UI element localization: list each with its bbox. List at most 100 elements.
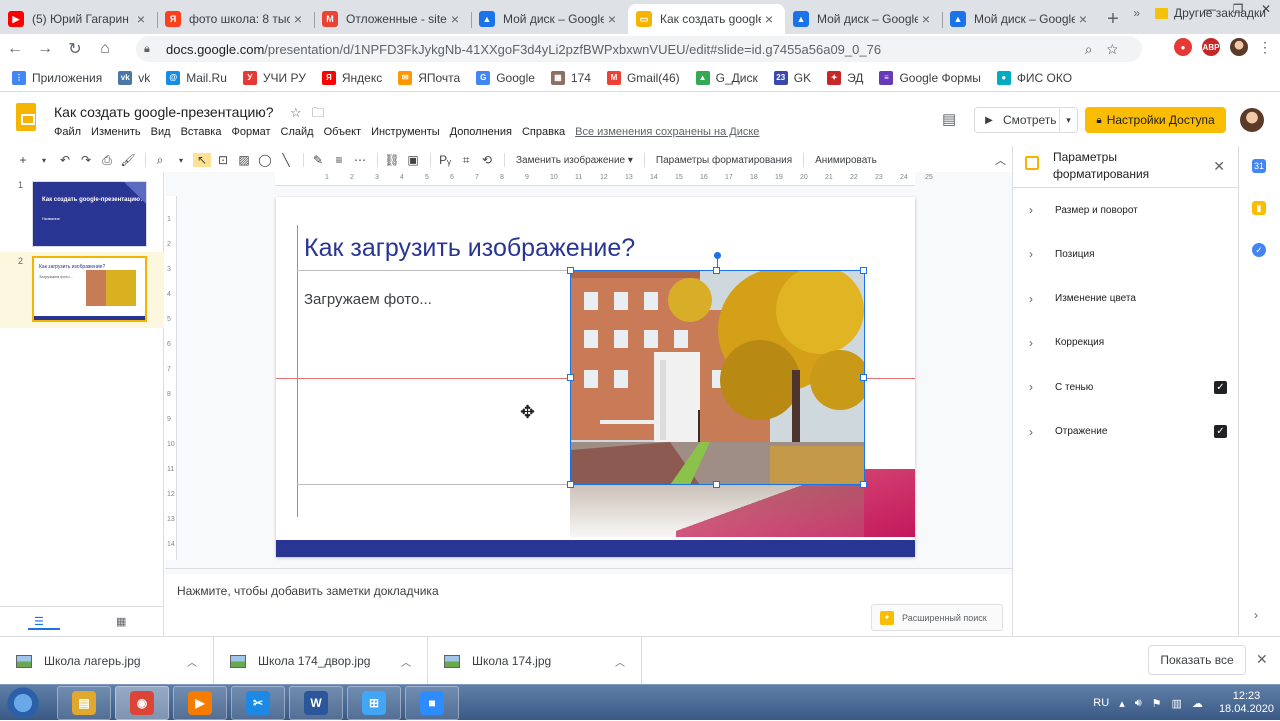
- paint-format-icon[interactable]: 🖌︎: [119, 153, 137, 167]
- resize-handle[interactable]: [713, 267, 720, 274]
- bookmark-item[interactable]: ▦ 174: [550, 70, 591, 85]
- taskbar-app-chrome[interactable]: ◉: [115, 686, 169, 720]
- slide-title[interactable]: Как загрузить изображение?: [304, 234, 635, 263]
- browser-tab[interactable]: ▲ Мой диск – Google ×: [471, 4, 628, 34]
- resize-handle[interactable]: [860, 374, 867, 381]
- bookmark-item[interactable]: У УЧИ РУ: [242, 70, 306, 85]
- comment-icon[interactable]: ▣: [404, 153, 422, 167]
- checkbox-checked[interactable]: ✓: [1214, 425, 1227, 438]
- taskbar-app-network[interactable]: ⊞: [347, 686, 401, 720]
- language-indicator[interactable]: RU: [1093, 697, 1109, 709]
- close-tab-icon[interactable]: ×: [133, 11, 149, 27]
- browser-tab[interactable]: ▲ Мой диск – Google ×: [785, 4, 942, 34]
- menu-item[interactable]: Формат: [231, 126, 270, 138]
- browser-tab[interactable]: ▭ Как создать google ×: [628, 4, 785, 34]
- slide-thumbnail[interactable]: Как создать google-презентацию? Название: [32, 181, 147, 247]
- redo-icon[interactable]: ↷: [77, 153, 95, 167]
- home-icon[interactable]: ⌂: [90, 40, 120, 58]
- menu-item[interactable]: Инструменты: [371, 126, 440, 138]
- image-icon[interactable]: ▨: [235, 153, 253, 167]
- network-icon[interactable]: ▥: [1172, 697, 1182, 710]
- taskbar-app-snipping[interactable]: ✂: [231, 686, 285, 720]
- flag-icon[interactable]: ⚑: [1152, 697, 1162, 710]
- share-button[interactable]: 🔒︎ Настройки Доступа: [1085, 107, 1226, 133]
- browser-tab[interactable]: ▶ (5) Юрий Гагарин ×: [0, 4, 157, 34]
- extension-icon[interactable]: ●: [1174, 38, 1192, 56]
- taskbar-app-word[interactable]: W: [289, 686, 343, 720]
- cloud-icon[interactable]: ☁: [1192, 697, 1203, 710]
- bookmark-item[interactable]: 23 GK: [773, 70, 811, 85]
- browser-tab[interactable]: ▲ Мой диск – Google ×: [942, 4, 1099, 34]
- checkbox-checked[interactable]: ✓: [1214, 380, 1227, 394]
- chevron-up-icon[interactable]: ︿: [187, 654, 197, 669]
- back-icon[interactable]: ←: [0, 40, 30, 58]
- format-section[interactable]: › Позиция: [1013, 244, 1239, 264]
- chevron-right-icon[interactable]: ›: [1254, 608, 1258, 622]
- select-icon[interactable]: ↖: [193, 153, 211, 167]
- mask-image-icon[interactable]: Pᵧ: [436, 153, 454, 167]
- taskbar-app-zoom[interactable]: ■: [405, 686, 459, 720]
- chevron-down-icon[interactable]: ▾: [35, 156, 53, 165]
- search-icon[interactable]: ⌕: [1085, 41, 1107, 57]
- link-icon[interactable]: ⛓︎: [383, 153, 401, 167]
- taskbar-app-explorer[interactable]: ▤: [57, 686, 111, 720]
- close-tab-icon[interactable]: ×: [604, 11, 620, 27]
- avatar[interactable]: [1240, 108, 1264, 132]
- forward-icon[interactable]: →: [30, 40, 60, 58]
- menu-item[interactable]: Вставка: [181, 126, 222, 138]
- speaker-notes[interactable]: Нажмите, чтобы добавить заметки докладчи…: [165, 574, 1012, 636]
- new-slide-icon[interactable]: +: [14, 153, 32, 167]
- bookmark-item[interactable]: ✉ ЯПочта: [398, 70, 460, 85]
- shape-icon[interactable]: ◯: [256, 153, 274, 167]
- resize-handle[interactable]: [713, 481, 720, 488]
- resize-handle[interactable]: [860, 267, 867, 274]
- show-hidden-icons[interactable]: ▴: [1119, 697, 1125, 710]
- menu-item[interactable]: Справка: [522, 126, 565, 138]
- bookmark-item[interactable]: ▲ G_Диск: [695, 70, 758, 85]
- menu-item[interactable]: Вид: [151, 126, 171, 138]
- adblock-icon[interactable]: ABP: [1202, 38, 1220, 56]
- google-slides-logo[interactable]: [16, 103, 36, 131]
- browser-tab[interactable]: M Отложенные - site ×: [314, 4, 471, 34]
- print-icon[interactable]: ⎙: [98, 153, 116, 168]
- bookmark-item[interactable]: M Gmail(46): [606, 70, 680, 85]
- reset-image-icon[interactable]: ⟲: [478, 153, 496, 167]
- close-icon[interactable]: ✕: [1256, 651, 1268, 668]
- crop-icon[interactable]: ⌗: [457, 153, 475, 168]
- comments-icon[interactable]: ▤: [942, 110, 956, 128]
- resize-handle[interactable]: [567, 267, 574, 274]
- resize-handle[interactable]: [567, 481, 574, 488]
- format-section[interactable]: › Изменение цвета: [1013, 289, 1239, 309]
- menu-item[interactable]: Файл: [54, 126, 81, 138]
- bookmark-item[interactable]: ● ФИС ОКО: [996, 70, 1072, 85]
- slide-thumbnail[interactable]: Как загрузить изображение? Загружаем фот…: [32, 256, 147, 322]
- bookmark-item[interactable]: G Google: [476, 70, 535, 85]
- taskbar-app-media-player[interactable]: ▶: [173, 686, 227, 720]
- replace-image-button[interactable]: Заменить изображение ▾: [516, 155, 633, 166]
- download-item[interactable]: Школа 174.jpg ︿: [428, 637, 642, 685]
- undo-icon[interactable]: ↶: [56, 153, 74, 167]
- bookmark-item[interactable]: ⋮ Приложения: [12, 70, 102, 85]
- format-section[interactable]: › Размер и поворот: [1013, 200, 1239, 220]
- format-options-button[interactable]: Параметры форматирования: [656, 155, 792, 166]
- chevron-down-icon[interactable]: ▾: [1059, 108, 1077, 132]
- bookmark-item[interactable]: @ Mail.Ru: [166, 70, 227, 85]
- chevron-down-icon[interactable]: ▾: [172, 156, 190, 165]
- browser-tab[interactable]: Яфото школа: 8 тыс ×: [157, 4, 314, 34]
- reload-icon[interactable]: ↻: [60, 39, 90, 59]
- calendar-icon[interactable]: 31: [1252, 159, 1266, 173]
- download-item[interactable]: Школа лагерь.jpg ︿: [0, 637, 214, 685]
- close-tab-icon[interactable]: ×: [1075, 11, 1091, 27]
- slide-body-text[interactable]: Загружаем фото...: [304, 291, 432, 308]
- close-tab-icon[interactable]: ×: [447, 11, 463, 27]
- format-section[interactable]: › Отражение ✓: [1013, 422, 1239, 442]
- format-section[interactable]: › С тенью ✓: [1013, 377, 1239, 397]
- chevron-up-icon[interactable]: ︿: [401, 654, 411, 669]
- text-box-icon[interactable]: ⊡: [214, 153, 232, 167]
- line-icon[interactable]: ╲: [277, 153, 295, 167]
- keep-icon[interactable]: ▮: [1252, 201, 1266, 215]
- filmstrip-view-icon[interactable]: ☰: [28, 615, 60, 630]
- bookmark-item[interactable]: vk vk: [118, 70, 150, 85]
- grid-view-icon[interactable]: ▦: [116, 615, 126, 628]
- present-button[interactable]: ▶ Смотреть ▾: [974, 107, 1078, 133]
